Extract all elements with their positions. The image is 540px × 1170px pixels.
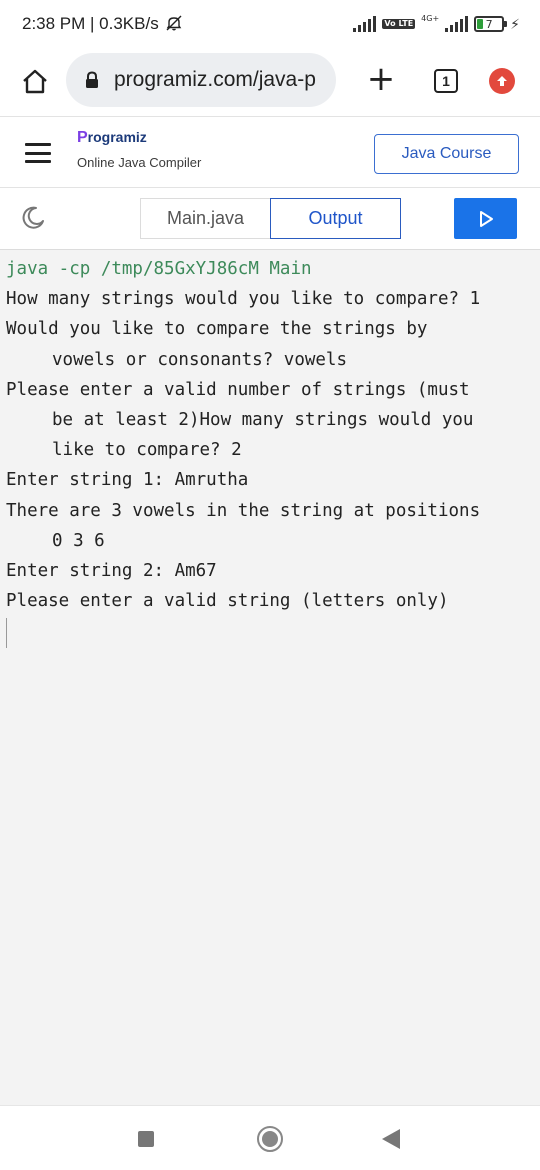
- status-time-text: 2:38 PM | 0.3KB/s: [22, 14, 159, 33]
- home-icon: [23, 69, 47, 94]
- page-subtitle: Online Java Compiler: [77, 155, 202, 170]
- hamburger-icon-bar: [25, 143, 51, 146]
- theme-toggle-button[interactable]: [20, 205, 46, 231]
- signal-icon-secondary: [445, 16, 469, 32]
- brand-mark: P: [77, 129, 88, 146]
- console-line: vowels or consonants? vowels: [52, 349, 348, 370]
- hamburger-icon-bar: [25, 160, 51, 163]
- site-header: Programiz Online Java Compiler Java Cour…: [0, 116, 540, 188]
- hamburger-icon-bar: [25, 151, 51, 155]
- tab-switcher-button[interactable]: 1: [434, 69, 458, 93]
- new-tab-button[interactable]: +: [364, 60, 398, 100]
- console-line: Please enter a valid number of strings (…: [6, 379, 470, 400]
- console-line: 0 3 6: [52, 530, 105, 551]
- editor-toolbar: Main.java Output: [0, 188, 540, 250]
- home-button[interactable]: [18, 64, 52, 98]
- run-button[interactable]: [454, 198, 517, 239]
- console-output[interactable]: java -cp /tmp/85GxYJ86cM Main How many s…: [0, 250, 540, 1105]
- hamburger-menu-button[interactable]: [25, 143, 51, 163]
- java-course-button[interactable]: Java Course: [374, 134, 519, 174]
- arrow-up-icon: [497, 76, 507, 86]
- signal-icon: [353, 16, 377, 32]
- back-button[interactable]: [382, 1129, 400, 1149]
- console-line: Please enter a valid string (letters onl…: [6, 591, 449, 612]
- console-line: Enter string 2: Am67: [6, 561, 217, 582]
- status-bar: 2:38 PM | 0.3KB/s Vo LTE 4G+ 7 ⚡: [0, 0, 540, 48]
- tab-main-java[interactable]: Main.java: [140, 198, 271, 239]
- console-line: be at least 2)How many strings would you: [52, 410, 474, 431]
- console-command: java -cp /tmp/85GxYJ86cM Main: [6, 259, 312, 279]
- address-bar[interactable]: programiz.com/java-p: [66, 53, 336, 107]
- charging-icon: ⚡: [510, 15, 520, 32]
- system-nav-bar: [0, 1105, 540, 1170]
- lock-icon: [86, 71, 98, 88]
- url-text: programiz.com/java-p: [114, 68, 316, 91]
- console-line: Enter string 1: Amrutha: [6, 470, 249, 491]
- console-input-caret[interactable]: [6, 618, 7, 649]
- console-line: How many strings would you like to compa…: [6, 289, 481, 310]
- tab-output[interactable]: Output: [270, 198, 401, 239]
- brand-name: Programiz: [77, 129, 201, 147]
- recent-apps-button[interactable]: [138, 1131, 154, 1147]
- network-type-label: 4G+: [421, 13, 440, 23]
- bell-off-icon: [166, 15, 182, 31]
- tab-count: 1: [442, 73, 450, 89]
- plus-icon: +: [366, 59, 396, 99]
- brand-name-text: rogramiz: [87, 129, 147, 145]
- status-time: 2:38 PM | 0.3KB/s: [22, 14, 183, 34]
- home-nav-button[interactable]: [257, 1126, 283, 1152]
- console-line: like to compare? 2: [52, 440, 242, 461]
- volte-badge: Vo LTE: [382, 19, 416, 29]
- update-button[interactable]: [489, 68, 515, 94]
- browser-toolbar: programiz.com/java-p + 1: [0, 48, 540, 116]
- moon-icon: [22, 206, 44, 229]
- battery-level: 7: [485, 17, 493, 31]
- status-indicators: Vo LTE 4G+ 7 ⚡: [353, 12, 520, 36]
- play-icon: [479, 210, 493, 227]
- console-line: Would you like to compare the strings by: [6, 319, 428, 340]
- console-line: There are 3 vowels in the string at posi…: [6, 500, 481, 521]
- brand-logo[interactable]: Programiz Online Java Compiler: [77, 129, 201, 170]
- battery-icon: 7: [474, 16, 508, 32]
